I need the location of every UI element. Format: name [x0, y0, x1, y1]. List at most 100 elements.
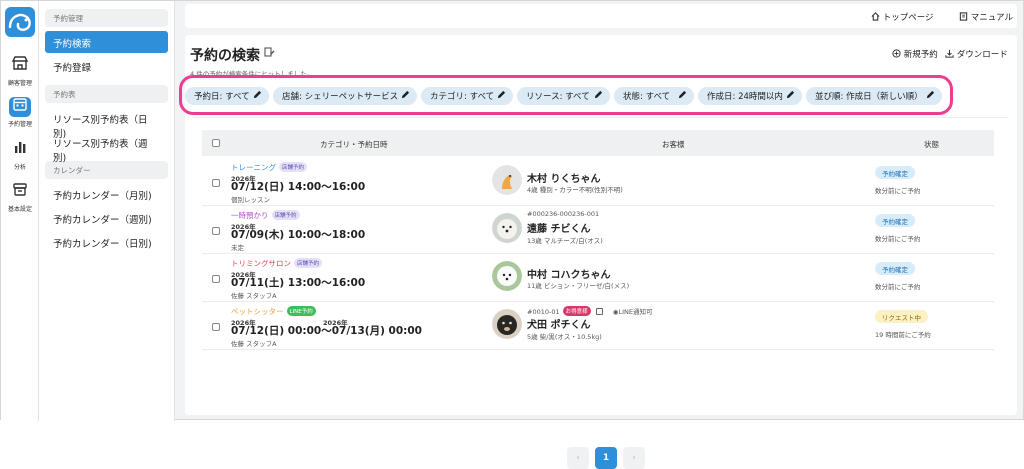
- filter-chip-label: カテゴリ: すべて: [430, 92, 495, 102]
- booking-source-badge: 店舗予約: [271, 210, 300, 220]
- archive-icon: [9, 182, 31, 202]
- rail-item-reservations[interactable]: 予約管理: [2, 94, 38, 130]
- vip-badge: お得意様: [562, 306, 591, 316]
- filter-chip-date[interactable]: 予約日: すべて: [185, 87, 269, 105]
- booking-source-badge: LINE予約: [286, 306, 316, 316]
- filter-chip-label: 並び順: 作成日（新しい順）: [815, 92, 923, 102]
- category-label: トレーニング 店舗予約: [231, 162, 308, 173]
- bookmark-edit-icon[interactable]: [264, 47, 275, 61]
- filter-chip-sort[interactable]: 並び順: 作成日（新しい順）: [806, 87, 942, 105]
- sidebar-item-reservation-register[interactable]: 予約登録: [45, 55, 168, 77]
- filter-chip-resource[interactable]: リソース: すべて: [517, 87, 610, 105]
- line-notice-text: LINE通知可: [618, 308, 653, 316]
- row-checkbox[interactable]: [212, 323, 220, 331]
- table-row[interactable]: トレーニング 店舗予約 2026年 07/12(日) 14:00〜16:00 個別…: [202, 158, 994, 206]
- filter-chip-label: リソース: すべて: [526, 92, 590, 102]
- customer-id: #0010-01: [527, 308, 560, 316]
- pencil-icon: [926, 90, 935, 102]
- pencil-icon: [497, 90, 506, 102]
- reservation-detail: 佐藤 スタッフA: [231, 292, 277, 300]
- sidebar-item-calendar-weekly[interactable]: 予約カレンダー（週別): [45, 207, 168, 229]
- header-customer: お客様: [662, 140, 685, 149]
- booked-time-ago: 数分前にご予約: [875, 283, 921, 291]
- reservation-datetime: 07/11(土) 13:00〜16:00: [231, 277, 366, 289]
- top-page-label: トップページ: [882, 13, 934, 23]
- filter-chip-category[interactable]: カテゴリ: すべて: [421, 87, 513, 105]
- rail-item-analytics[interactable]: 分析: [2, 137, 38, 173]
- pet-info: 11歳 ビション・フリーゼ/白(メス): [527, 282, 630, 290]
- table-header: カテゴリ・予約日時 お客様 状態: [202, 130, 994, 156]
- main-panel: 予約の検索 4 件の予約が検索条件にヒットしました。 新規予約 ダウンロード 予…: [179, 35, 1017, 469]
- new-reservation-button[interactable]: 新規予約: [892, 48, 938, 60]
- sidebar-item-calendar-monthly[interactable]: 予約カレンダー（月別): [45, 183, 168, 205]
- sidebar-item-reservation-search[interactable]: 予約検索: [45, 31, 168, 53]
- reservation-detail: 佐藤 スタッフA: [231, 340, 277, 348]
- download-icon: [945, 49, 954, 58]
- pet-avatar: [492, 261, 522, 291]
- filter-chip-label: 状態: すべて: [623, 92, 671, 102]
- booking-source-badge: 店舗予約: [279, 162, 308, 172]
- home-icon: [871, 12, 880, 21]
- filter-chip-label: 作成日: 24時間以内: [707, 92, 783, 102]
- row-checkbox[interactable]: [212, 179, 220, 187]
- booked-time-ago: 数分前にご予約: [875, 187, 921, 195]
- status-badge: リクエスト中: [875, 310, 928, 323]
- table-row[interactable]: ペットシッター LINE予約 2026年 2026年 07/12(日) 00:00…: [202, 302, 994, 350]
- row-checkbox[interactable]: [212, 275, 220, 283]
- table-row[interactable]: トリミングサロン 店舗予約 2026年 07/11(土) 13:00〜16:00 …: [202, 254, 994, 302]
- sidebar: 予約管理 予約検索 予約登録 予約表 リソース別予約表（日別) リソース別予約表…: [39, 1, 175, 421]
- top-bar: トップページ マニュアル: [185, 4, 1017, 28]
- manual-label: マニュアル: [970, 13, 1013, 23]
- select-all-checkbox[interactable]: [212, 139, 220, 147]
- book-icon: [959, 12, 968, 21]
- icon-rail: 顧客管理 予約管理 分析 基本設定: [1, 1, 39, 421]
- sidebar-item-resource-daily[interactable]: リソース別予約表（日別): [45, 107, 168, 140]
- reservation-table: カテゴリ・予約日時 お客様 状態 トレーニング 店舗予約 2026年 07/12(…: [193, 117, 1009, 469]
- download-button[interactable]: ダウンロード: [945, 48, 1008, 60]
- rail-label: 予約管理: [7, 121, 32, 128]
- rail-item-settings[interactable]: 基本設定: [2, 179, 38, 215]
- logo-icon[interactable]: [5, 7, 35, 37]
- sidebar-section-title: 予約表: [45, 85, 168, 103]
- prev-page-button[interactable]: ‹: [567, 447, 589, 469]
- booked-time-ago: 数分前にご予約: [875, 235, 921, 243]
- customer-name[interactable]: 中村 コハクちゃん: [527, 266, 610, 281]
- top-page-link[interactable]: トップページ: [871, 11, 934, 23]
- filter-chip-store[interactable]: 店舗: シェリーペットサービス: [273, 87, 417, 105]
- status-badge: 予約確定: [875, 262, 915, 275]
- category-text: 一時預かり: [231, 211, 269, 220]
- filter-chip-status[interactable]: 状態: すべて: [614, 87, 694, 105]
- table-row[interactable]: 一時預かり 店舗予約 2026年 07/09(木) 10:00〜18:00 未定 …: [202, 206, 994, 254]
- sidebar-item-calendar-daily[interactable]: 予約カレンダー（日別): [45, 231, 168, 253]
- bar-chart-icon: [9, 140, 31, 160]
- header-status: 状態: [924, 140, 939, 149]
- customer-id-row: #0010-01 お得意様 ◉LINE通知可: [527, 306, 652, 316]
- category-label: 一時預かり 店舗予約: [231, 210, 300, 221]
- booking-source-badge: 店舗予約: [294, 258, 323, 268]
- page-number-button[interactable]: 1: [595, 447, 617, 469]
- category-text: ペットシッター: [231, 307, 284, 316]
- pencil-icon: [401, 90, 410, 102]
- row-checkbox[interactable]: [212, 227, 220, 235]
- customer-name[interactable]: 犬田 ポチくん: [527, 316, 590, 331]
- page-title: 予約の検索: [190, 48, 260, 64]
- rail-label: 基本設定: [7, 206, 32, 213]
- customer-name[interactable]: 木村 りくちゃん: [527, 170, 600, 185]
- reservation-datetime: 07/12(日) 14:00〜16:00: [231, 181, 366, 193]
- pet-info: 13歳 マルチーズ/白(オス): [527, 237, 603, 245]
- customer-id: #000236-000236-001: [527, 210, 600, 218]
- pencil-icon: [253, 90, 262, 102]
- filter-chip-label: 予約日: すべて: [194, 92, 250, 102]
- next-page-button[interactable]: ›: [623, 447, 645, 469]
- new-reservation-label: 新規予約: [903, 50, 938, 60]
- customer-name[interactable]: 遠藤 チビくん: [527, 220, 590, 235]
- reservation-datetime: 07/12(日) 00:00〜07/13(月) 00:00: [231, 325, 422, 337]
- manual-link[interactable]: マニュアル: [959, 11, 1013, 23]
- notification-icon: [595, 308, 603, 315]
- reservation-detail: 未定: [231, 244, 244, 252]
- filter-chip-created[interactable]: 作成日: 24時間以内: [698, 87, 802, 105]
- rail-item-customers[interactable]: 顧客管理: [2, 53, 38, 89]
- store-icon: [9, 56, 31, 76]
- app-frame: 顧客管理 予約管理 分析 基本設定 予約管理 予約検索 予約登録 予約表 リソー…: [0, 0, 1024, 469]
- reservation-detail: 個別レッスン: [231, 196, 270, 204]
